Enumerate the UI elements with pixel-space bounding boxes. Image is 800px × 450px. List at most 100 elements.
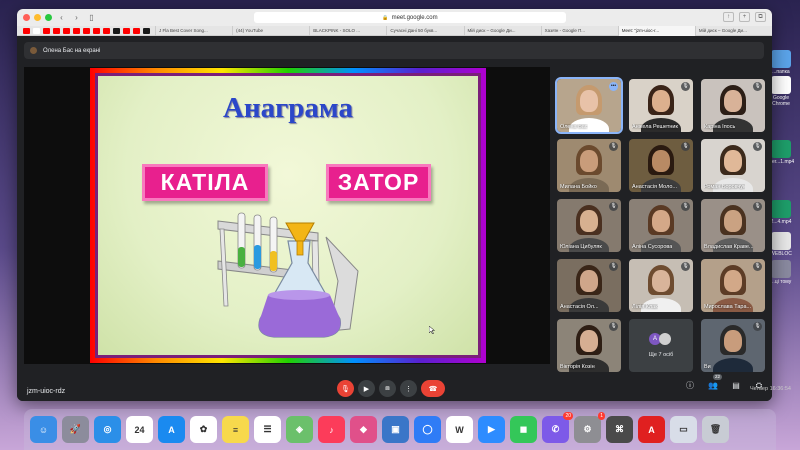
participant-face (580, 150, 598, 172)
participants-count-badge: 22 (712, 374, 722, 380)
bookmark-icon[interactable] (143, 27, 150, 34)
present-icon: ⧈ (385, 384, 390, 392)
dock-app-notes[interactable]: ≡ (222, 416, 249, 443)
forward-icon[interactable]: › (71, 13, 82, 22)
bookmark-icon[interactable] (73, 27, 80, 34)
browser-tab[interactable]: Meet: "jzm-uioc-r... (617, 25, 695, 36)
browser-tab[interactable]: Мій диск – Google Ди... (463, 25, 541, 36)
mic-off-icon: 🎙 (341, 385, 350, 393)
bookmark-icon[interactable] (133, 27, 140, 34)
bookmark-icon[interactable] (33, 27, 40, 34)
present-button[interactable]: ⧈ (379, 380, 396, 397)
new-tab-icon[interactable]: + (739, 12, 750, 22)
dock-app-downloads[interactable]: ▭ (670, 416, 697, 443)
leave-call-button[interactable]: ☎ (421, 380, 445, 397)
dock-app-messenger[interactable]: ◯ (414, 416, 441, 443)
app-icon: ◎ (103, 424, 112, 434)
participant-tile[interactable]: ••• Олена Бас (555, 77, 623, 134)
notification-badge: 20 (563, 412, 573, 420)
dock-app-photos[interactable]: ✿ (190, 416, 217, 443)
app-icon: ☰ (263, 424, 272, 434)
dock-app-launchpad[interactable]: 🚀 (62, 416, 89, 443)
app-icon: ◆ (360, 424, 367, 434)
dock-app-screenshot[interactable]: ⌘ (606, 416, 633, 443)
muted-mic-icon: 🎙 (609, 202, 618, 211)
browser-tab[interactable]: Сучасні Дані 50 букв... (386, 25, 463, 36)
meeting-info-button[interactable]: ⓘ (685, 381, 695, 391)
participant-face (652, 210, 670, 232)
sidebar-icon[interactable]: ▯ (86, 13, 97, 22)
participant-name: Анастасія Моло... (632, 184, 678, 190)
participant-tile[interactable]: 🎙 Анжела Решетник (629, 79, 693, 132)
more-participants-tile[interactable]: А Ще 7 осіб (629, 319, 693, 372)
people-icon: 👥 (708, 381, 718, 390)
dock-app-facetime[interactable]: ◼ (510, 416, 537, 443)
dock-app-system-preferences[interactable]: ⚙ 1 (574, 412, 605, 443)
participant-tile[interactable]: 🎙 Роман Боровчук (701, 139, 765, 192)
camera-button[interactable]: ▶ (358, 380, 375, 397)
participant-tile[interactable]: 🎙 Анастасія Ол... (557, 259, 621, 312)
people-button[interactable]: 👥 22 (708, 374, 722, 391)
muted-mic-icon: 🎙 (753, 82, 762, 91)
dock-app-zoom[interactable]: ▶ (478, 416, 505, 443)
dock-app-adobe-acrobat[interactable]: A (638, 416, 665, 443)
browser-tab[interactable]: (44) YouTube (232, 25, 309, 36)
participant-tile[interactable]: 🎙 Каріна Іпось (701, 79, 765, 132)
tab-overview-icon[interactable]: ⧉ (755, 12, 766, 22)
dock-app-wps-office[interactable]: W (446, 416, 473, 443)
dock-app-preview[interactable]: ▣ (382, 416, 409, 443)
participant-tile[interactable]: 🎙 Юліана Цибуляк (557, 199, 621, 252)
participant-tile[interactable]: 🎙 Анастасія Моло... (629, 139, 693, 192)
participant-tile[interactable]: 🎙 Вікторія Козін (557, 319, 621, 372)
participant-tile[interactable]: 🎙 Милана Бойко (557, 139, 621, 192)
back-icon[interactable]: ‹ (56, 13, 67, 22)
chat-button[interactable]: ▤ (731, 381, 741, 391)
dock-app-finder[interactable]: ☺ (30, 416, 57, 443)
dock-app-app-store[interactable]: A (158, 416, 185, 443)
bookmark-icon[interactable] (83, 27, 90, 34)
bookmark-icon[interactable] (113, 27, 120, 34)
participant-name: Лілія Клак (632, 304, 658, 310)
bookmark-icon[interactable] (93, 27, 100, 34)
bookmark-icon[interactable] (103, 27, 110, 34)
window-controls (23, 14, 52, 21)
participant-face (652, 150, 670, 172)
dock-app-viber[interactable]: ✆ 20 (542, 412, 573, 443)
bookmark-icon[interactable] (123, 27, 130, 34)
dock-app-safari[interactable]: ◎ (94, 416, 121, 443)
bookmark-icon[interactable] (53, 27, 60, 34)
file-icon (771, 200, 791, 218)
dock-app-music[interactable]: ♪ (318, 416, 345, 443)
toolbar-right: ↑ + ⧉ (723, 12, 766, 22)
participant-tile[interactable]: 🎙 Владислав Краве... (701, 199, 765, 252)
zoom-window-button[interactable] (45, 14, 52, 21)
participant-name: Ви (704, 364, 711, 370)
share-icon[interactable]: ↑ (723, 12, 734, 22)
dock-app-maps[interactable]: ◈ (286, 416, 313, 443)
close-window-button[interactable] (23, 14, 30, 21)
bookmark-icon[interactable] (43, 27, 50, 34)
safari-window: ‹ › ▯ 🔒 meet.google.com ↑ + ⧉ J Fla Best… (17, 9, 772, 401)
browser-tab[interactable]: BLACKPINK - SOLO ... (309, 25, 386, 36)
dock-app-cleanmymac[interactable]: ◆ (350, 416, 377, 443)
bookmark-icon[interactable] (63, 27, 70, 34)
mic-off-button[interactable]: 🎙 (337, 380, 354, 397)
tile-more-icon[interactable]: ••• (609, 82, 618, 91)
minimize-window-button[interactable] (34, 14, 41, 21)
bookmark-icon[interactable] (23, 27, 30, 34)
slide-frame: Анаграма КАТІЛА ЗАТОР (90, 68, 486, 363)
participant-tile[interactable]: 🎙 Аліна Сусорова (629, 199, 693, 252)
dock-app-calendar[interactable]: 24 (126, 416, 153, 443)
app-icon: 24 (134, 424, 145, 435)
app-icon: ◼ (519, 424, 528, 434)
participant-tile[interactable]: 🎙 Мирослава Тара... (701, 259, 765, 312)
participant-tile[interactable]: 🎙 Лілія Клак (629, 259, 693, 312)
browser-tab[interactable]: J Fla Best Cover Song... (155, 25, 232, 36)
dock-app-trash[interactable]: 🗑 (702, 416, 729, 443)
address-bar[interactable]: 🔒 meet.google.com (254, 12, 566, 23)
participant-tile[interactable]: 🎙 Ви (701, 319, 765, 372)
browser-tab[interactable]: Мій диск – Google Ди... (694, 25, 772, 36)
browser-tab[interactable]: Хазяїн - Google П... (540, 25, 618, 36)
more-options-button[interactable]: ⋮ (400, 380, 417, 397)
dock-app-reminders[interactable]: ☰ (254, 416, 281, 443)
